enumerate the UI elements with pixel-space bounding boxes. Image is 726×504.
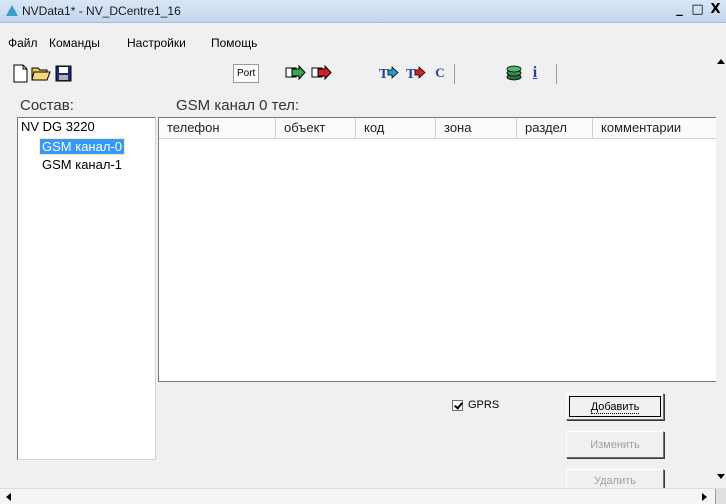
app-icon xyxy=(6,5,18,16)
toolbar-separator xyxy=(454,64,455,84)
table-title: GSM канал 0 тел: xyxy=(176,97,300,114)
stack-icon xyxy=(506,65,522,81)
gprs-label: GPRS xyxy=(468,399,500,411)
menu-help[interactable]: Помощь xyxy=(211,36,257,50)
t-write-button[interactable]: T xyxy=(405,62,427,84)
t-arrow-blue-icon: T xyxy=(379,66,399,82)
read-device-button[interactable] xyxy=(285,62,307,84)
t-arrow-red-icon: T xyxy=(406,66,426,82)
toolbar: Port T T C i xyxy=(0,58,726,86)
add-button-label: Добавить xyxy=(590,401,640,414)
scroll-down-icon[interactable] xyxy=(717,474,725,479)
transfer-arrow-icon xyxy=(285,64,306,81)
new-file-icon xyxy=(13,64,27,82)
tree-item-gsm-channel-0[interactable]: GSM канал-0 xyxy=(39,138,125,155)
c-button[interactable]: C xyxy=(432,62,448,84)
info-icon: i xyxy=(532,64,538,81)
delete-button-label: Удалить xyxy=(594,475,636,487)
new-file-button[interactable] xyxy=(11,62,29,84)
scroll-right-icon[interactable] xyxy=(702,493,707,501)
close-button[interactable]: X xyxy=(707,2,724,18)
column-header-section[interactable]: раздел xyxy=(517,118,593,138)
tree-item-gsm-channel-1[interactable]: GSM канал-1 xyxy=(40,157,124,172)
menu-settings[interactable]: Настройки xyxy=(127,36,186,50)
edit-button[interactable]: Изменить xyxy=(566,431,664,458)
save-button[interactable] xyxy=(54,62,72,84)
maximize-button[interactable]: □ xyxy=(689,2,706,18)
composition-label: Состав: xyxy=(20,97,74,114)
horizontal-scrollbar[interactable] xyxy=(0,488,726,504)
scroll-corner xyxy=(715,489,726,504)
column-header-code[interactable]: код xyxy=(356,118,436,138)
svg-text:T: T xyxy=(379,67,389,82)
table-header: телефон объект код зона раздел комментар… xyxy=(159,118,726,139)
column-header-phone[interactable]: телефон xyxy=(159,118,276,138)
gprs-checkbox[interactable]: GPRS xyxy=(452,399,499,411)
toolbar-separator xyxy=(556,64,557,84)
vertical-scrollbar[interactable] xyxy=(716,56,726,488)
t-read-button[interactable]: T xyxy=(378,62,400,84)
device-tree[interactable]: NV DG 3220 GSM канал-0 GSM канал-1 xyxy=(17,117,156,460)
edit-button-label: Изменить xyxy=(590,439,640,451)
checkbox-checked-icon[interactable] xyxy=(452,399,463,411)
floppy-disk-icon xyxy=(55,65,71,81)
window-controls: _ □ X xyxy=(671,2,724,18)
column-header-zone[interactable]: зона xyxy=(436,118,517,138)
info-button[interactable]: i xyxy=(528,62,542,84)
c-label: C xyxy=(435,65,445,80)
column-header-object[interactable]: объект xyxy=(276,118,356,138)
scroll-up-icon[interactable] xyxy=(717,59,725,64)
menu-bar: Файл Команды Настройки Помощь xyxy=(0,36,726,54)
open-file-button[interactable] xyxy=(31,62,51,84)
window-title: NVData1* - NV_DCentre1_16 xyxy=(22,4,181,18)
add-button[interactable]: Добавить xyxy=(566,393,664,420)
title-bar[interactable]: NVData1* - NV_DCentre1_16 _ □ X xyxy=(0,0,726,23)
network-button[interactable] xyxy=(505,62,523,84)
menu-commands[interactable]: Команды xyxy=(49,36,100,50)
scroll-left-icon[interactable] xyxy=(6,493,11,501)
phone-table[interactable]: телефон объект код зона раздел комментар… xyxy=(158,117,726,382)
port-button[interactable]: Port xyxy=(233,62,260,84)
transfer-arrow-red-icon xyxy=(311,64,332,81)
minimize-button[interactable]: _ xyxy=(671,2,688,18)
column-header-comments[interactable]: комментарии xyxy=(593,118,726,138)
app-window: NVData1* - NV_DCentre1_16 _ □ X Файл Ком… xyxy=(0,0,726,504)
svg-text:T: T xyxy=(406,67,416,82)
write-device-button[interactable] xyxy=(311,62,333,84)
delete-button[interactable]: Удалить xyxy=(566,469,664,489)
menu-file[interactable]: Файл xyxy=(8,36,38,50)
tree-root-device[interactable]: NV DG 3220 xyxy=(21,119,95,134)
port-label: Port xyxy=(233,63,260,83)
open-folder-icon xyxy=(31,67,51,81)
